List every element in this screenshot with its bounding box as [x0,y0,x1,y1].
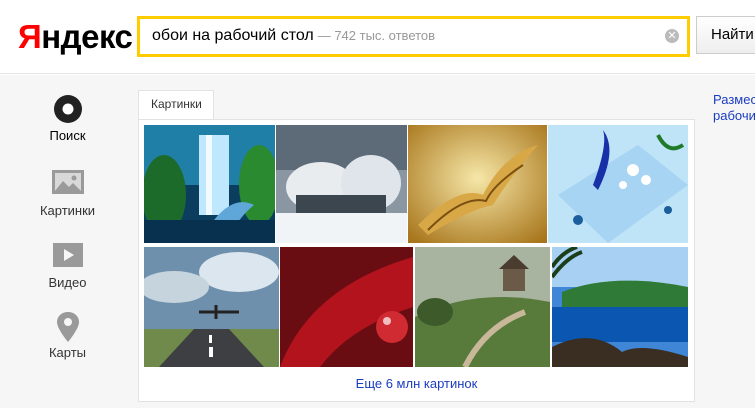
clear-icon[interactable]: ✕ [665,29,679,43]
logo-rest: ндекс [41,18,133,55]
sidebar-item-label: Карты [48,345,87,360]
sidebar-item-label: Видео [48,275,87,290]
search-result-count: — 742 тыс. ответов [317,28,436,43]
search-button[interactable]: Найти [696,16,755,54]
right-side-link[interactable]: Размес рабочи [713,92,755,124]
snowy-forest-image[interactable] [276,125,407,243]
sidebar-item-video[interactable]: Видео [0,240,135,290]
header: Яндекс обои на рабочий стол — 742 тыс. от… [0,0,755,75]
blue-ribbon-flowers-image[interactable] [548,125,688,243]
tropical-coast-image[interactable] [552,247,688,367]
sidebar-item-images[interactable]: Картинки [0,168,135,218]
search-query-text: обои на рабочий стол [152,27,314,44]
more-images-link[interactable]: Еще 6 млн картинок [138,376,695,391]
header-divider [0,73,755,74]
sidebar-item-maps[interactable]: Карты [0,310,135,360]
right-link-line1: Размес [713,92,755,107]
house-on-hill-image[interactable] [415,247,550,367]
sidebar-item-label: Поиск [49,128,86,143]
search-circle-icon [50,93,86,123]
waterfall-dolphin-image[interactable] [144,125,275,243]
search-query: обои на рабочий стол — 742 тыс. ответов [152,27,435,45]
tab-images[interactable]: Картинки [138,90,214,120]
right-link-line2: рабочи [713,108,755,123]
video-play-icon [50,240,86,270]
sidebar-item-label: Картинки [39,203,96,218]
yandex-logo[interactable]: Яндекс [18,18,133,56]
logo-first-letter: Я [18,18,42,55]
image-icon [50,168,86,198]
map-pin-icon [50,310,86,342]
book-pages-image[interactable] [408,125,547,243]
red-leaf-drop-image[interactable] [280,247,413,367]
airplane-runway-image[interactable] [144,247,279,367]
search-input[interactable]: обои на рабочий стол — 742 тыс. ответов ✕ [137,16,690,57]
sidebar-item-search[interactable]: Поиск [0,93,135,143]
